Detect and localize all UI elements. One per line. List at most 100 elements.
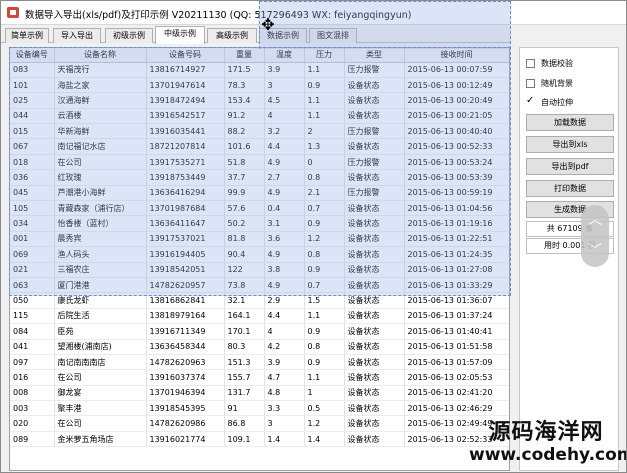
table-cell[interactable]: 2015-06-13 01:57:09 [404, 354, 509, 371]
table-cell[interactable]: 13916035441 [146, 123, 225, 140]
table-cell[interactable]: 81.8 [224, 231, 265, 248]
table-cell[interactable]: 067 [10, 138, 55, 155]
table-cell[interactable]: 4.5 [264, 92, 305, 109]
table-cell[interactable]: 压力报警 [344, 185, 405, 202]
table-cell[interactable]: 设备状态 [344, 262, 405, 278]
table-row[interactable]: 045 芦潮港小海鲜 13636416294 99.9 4.9 2.1 压力报警 2015-0… [10, 185, 509, 202]
chevron-up-icon[interactable]: ︿ [581, 205, 609, 236]
table-cell[interactable]: 3.9 [264, 62, 305, 78]
table-cell[interactable]: 4.9 [264, 185, 305, 202]
table-cell[interactable]: 14782620957 [146, 277, 225, 294]
table-cell[interactable]: 南记福记水店 [54, 138, 147, 155]
table-cell[interactable]: 18721207814 [146, 138, 225, 155]
table-cell[interactable]: 14782620963 [146, 354, 225, 371]
table-cell[interactable]: 2015-06-13 00:21:05 [404, 108, 509, 125]
table-cell[interactable]: 渔人码头 [54, 246, 147, 263]
table-cell[interactable]: 0.9 [304, 323, 345, 340]
table-cell[interactable]: 041 [10, 339, 55, 355]
table-cell[interactable]: 3 [264, 415, 305, 432]
table-row[interactable]: 025 汉通海鲜 13918472494 153.4 4.5 1.1 设备状态 2015-06… [10, 92, 509, 109]
table-cell[interactable]: 13818979164 [146, 308, 225, 325]
load-data-button[interactable]: 加载数据 [526, 114, 614, 131]
table-cell[interactable]: 2015-06-13 01:33:29 [404, 277, 509, 294]
table-cell[interactable]: 3.6 [264, 231, 305, 248]
table-row[interactable]: 018 在公司 13917535271 51.8 4.9 0 压力报警 2015-06-13 … [10, 154, 509, 171]
table-cell[interactable]: 155.7 [224, 369, 265, 386]
table-cell[interactable]: 天福茂行 [54, 62, 147, 78]
table-cell[interactable]: 063 [10, 277, 55, 294]
table-cell[interactable]: 32.1 [224, 292, 265, 309]
table-cell[interactable]: 13916037374 [146, 369, 225, 386]
table-cell[interactable]: 1.1 [304, 369, 345, 386]
table-cell[interactable]: 2015-06-13 02:49:49 [404, 415, 509, 432]
tab-mixed[interactable]: 图文混排 [309, 28, 357, 43]
table-cell[interactable]: 99.9 [224, 185, 265, 202]
table-cell[interactable]: 设备状态 [344, 385, 405, 402]
table-row[interactable]: 001 晨秀宾 13917537021 81.8 3.6 1.2 设备状态 2015-06-1… [10, 231, 509, 248]
table-cell[interactable]: 153.4 [224, 92, 265, 109]
table-cell[interactable]: 设备状态 [344, 415, 405, 432]
table-cell[interactable]: 13918545395 [146, 400, 225, 417]
table-cell[interactable]: 2015-06-13 00:52:33 [404, 138, 509, 155]
table-cell[interactable]: 034 [10, 215, 55, 232]
table-cell[interactable]: 084 [10, 323, 55, 340]
table-cell[interactable]: 151.3 [224, 354, 265, 371]
table-cell[interactable]: 025 [10, 92, 55, 109]
table-cell[interactable]: 芦潮港小海鲜 [54, 185, 147, 202]
table-cell[interactable]: 13916711349 [146, 323, 225, 340]
col-header-device-name[interactable]: 设备名称 [54, 48, 147, 63]
table-cell[interactable]: 0.4 [264, 200, 305, 217]
tab-simple[interactable]: 简单示例 [5, 28, 49, 43]
table-row[interactable]: 020 在公司 14782620986 86.8 3 1.2 设备状态 2015-06-13 … [10, 415, 509, 432]
table-row[interactable]: 105 青藏森家（浦行店） 13701987684 57.6 0.4 0.7 设备状态 201… [10, 200, 509, 217]
table-cell[interactable]: 1.1 [304, 308, 345, 325]
table-cell[interactable]: 海盐之家 [54, 77, 147, 94]
table-cell[interactable]: 2015-06-13 02:46:29 [404, 400, 509, 417]
table-cell[interactable]: 083 [10, 62, 55, 78]
table-cell[interactable]: 089 [10, 431, 55, 448]
table-cell[interactable]: 4.9 [264, 277, 305, 294]
table-cell[interactable]: 105 [10, 200, 55, 217]
table-cell[interactable]: 13701947614 [146, 77, 225, 94]
table-cell[interactable]: 37.7 [224, 169, 265, 186]
table-cell[interactable]: 57.6 [224, 200, 265, 217]
table-cell[interactable]: 4.4 [264, 308, 305, 325]
table-cell[interactable]: 2.1 [304, 185, 345, 202]
table-cell[interactable]: 后院生活 [54, 308, 147, 325]
table-row[interactable]: 003 聚丰港 13918545395 91 3.3 0.5 设备状态 2015-06-13 … [10, 400, 509, 417]
col-header-temperature[interactable]: 温度 [264, 48, 305, 63]
table-row[interactable]: 101 海盐之家 13701947614 78.3 3 0.9 设备状态 2015-06-13… [10, 77, 509, 94]
table-cell[interactable]: 2 [304, 123, 345, 140]
table-cell[interactable]: 015 [10, 123, 55, 140]
table-cell[interactable]: 0.8 [304, 339, 345, 355]
table-cell[interactable]: 101.6 [224, 138, 265, 155]
table-cell[interactable]: 170.1 [224, 323, 265, 340]
table-cell[interactable]: 1.3 [304, 138, 345, 155]
table-cell[interactable]: 4 [264, 323, 305, 340]
table-cell[interactable]: 三福农庄 [54, 262, 147, 278]
export-xls-button[interactable]: 导出到xls [526, 136, 614, 153]
table-cell[interactable]: 101 [10, 77, 55, 94]
col-header-weight[interactable]: 重量 [224, 48, 265, 63]
table-row[interactable]: 008 御龙宴 13701946394 131.7 4.8 1 设备状态 2015-06-13… [10, 385, 509, 402]
table-cell[interactable]: 0.7 [304, 200, 345, 217]
table-cell[interactable]: 设备状态 [344, 77, 405, 94]
table-cell[interactable]: 设备状态 [344, 277, 405, 294]
table-cell[interactable]: 115 [10, 308, 55, 325]
table-cell[interactable]: 008 [10, 385, 55, 402]
table-cell[interactable]: 0.9 [304, 77, 345, 94]
table-cell[interactable]: 设备状态 [344, 108, 405, 125]
table-cell[interactable]: 2015-06-13 00:53:24 [404, 154, 509, 171]
table-cell[interactable]: 4 [264, 108, 305, 125]
checkbox-box[interactable] [526, 79, 535, 88]
table-cell[interactable]: 13816862841 [146, 292, 225, 309]
table-cell[interactable]: 4.2 [264, 339, 305, 355]
table-cell[interactable]: 13701946394 [146, 385, 225, 402]
table-row[interactable]: 069 渔人码头 13916194405 90.4 4.9 0.8 设备状态 2015-06-… [10, 246, 509, 263]
table-cell[interactable]: 3 [264, 77, 305, 94]
table-cell[interactable]: 91.2 [224, 108, 265, 125]
table-cell[interactable]: 1.4 [264, 431, 305, 448]
table-cell[interactable]: 3.9 [264, 354, 305, 371]
table-cell[interactable]: 4.9 [264, 246, 305, 263]
floating-scroll-control[interactable]: ︿ ﹀ [581, 205, 609, 267]
